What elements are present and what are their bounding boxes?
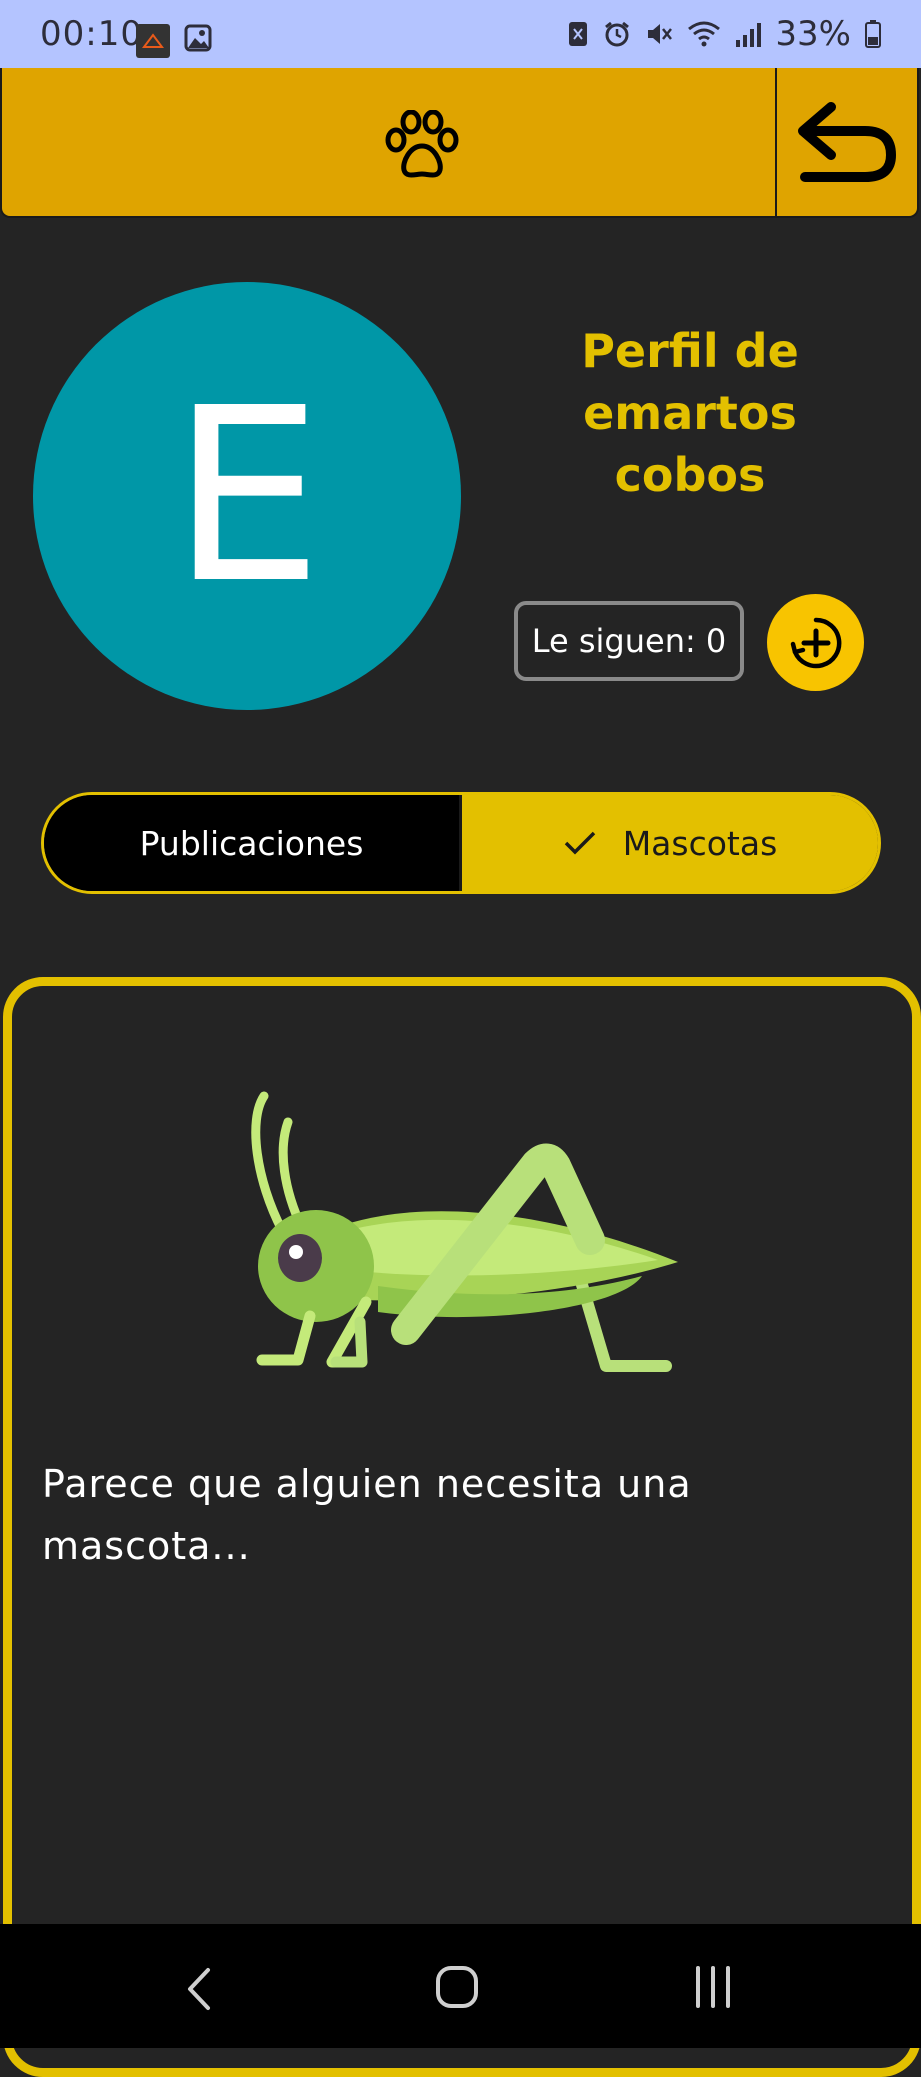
back-button[interactable] [775,68,917,216]
avatar-letter: E [171,356,323,636]
status-system-icons: 33% [567,14,881,54]
nfc-icon [569,22,588,46]
tab-mascotas[interactable]: Mascotas [462,795,878,891]
signal-icon [736,23,762,47]
undo-arrow-icon [798,102,897,182]
paw-icon[interactable] [382,109,462,186]
tab-mascotas-label: Mascotas [622,823,778,863]
nav-home-icon[interactable] [434,1964,480,2014]
status-time: 00:10 [40,14,143,54]
mute-icon [648,24,673,44]
system-nav-bar [0,1924,921,2048]
wifi-icon [688,21,721,47]
nav-recents-icon[interactable] [690,1964,736,2014]
follow-button[interactable] [767,594,864,691]
page-title: Perfil de emartos cobos [581,324,799,502]
add-circle-icon [790,617,841,668]
top-app-bar [0,68,919,218]
app-notification-icon [136,24,170,58]
check-icon [564,831,595,855]
grasshopper-illustration [238,1090,688,1384]
alarm-icon [605,21,630,47]
status-notification-icons [136,24,212,58]
empty-pets-message: Parece que alguien necesita una mascota.… [42,1462,692,1568]
profile-tabs: Publicaciones Mascotas [41,792,881,894]
tab-publicaciones[interactable]: Publicaciones [44,795,462,891]
avatar: E [33,282,461,710]
followers-count: Le siguen: 0 [514,601,744,681]
battery-icon [865,20,881,48]
tab-publicaciones-label: Publicaciones [139,823,364,863]
status-bar: 00:10 33% [0,0,921,68]
battery-percentage: 33% [775,14,851,54]
image-notification-icon [184,24,212,58]
nav-back-icon[interactable] [180,1964,220,2018]
